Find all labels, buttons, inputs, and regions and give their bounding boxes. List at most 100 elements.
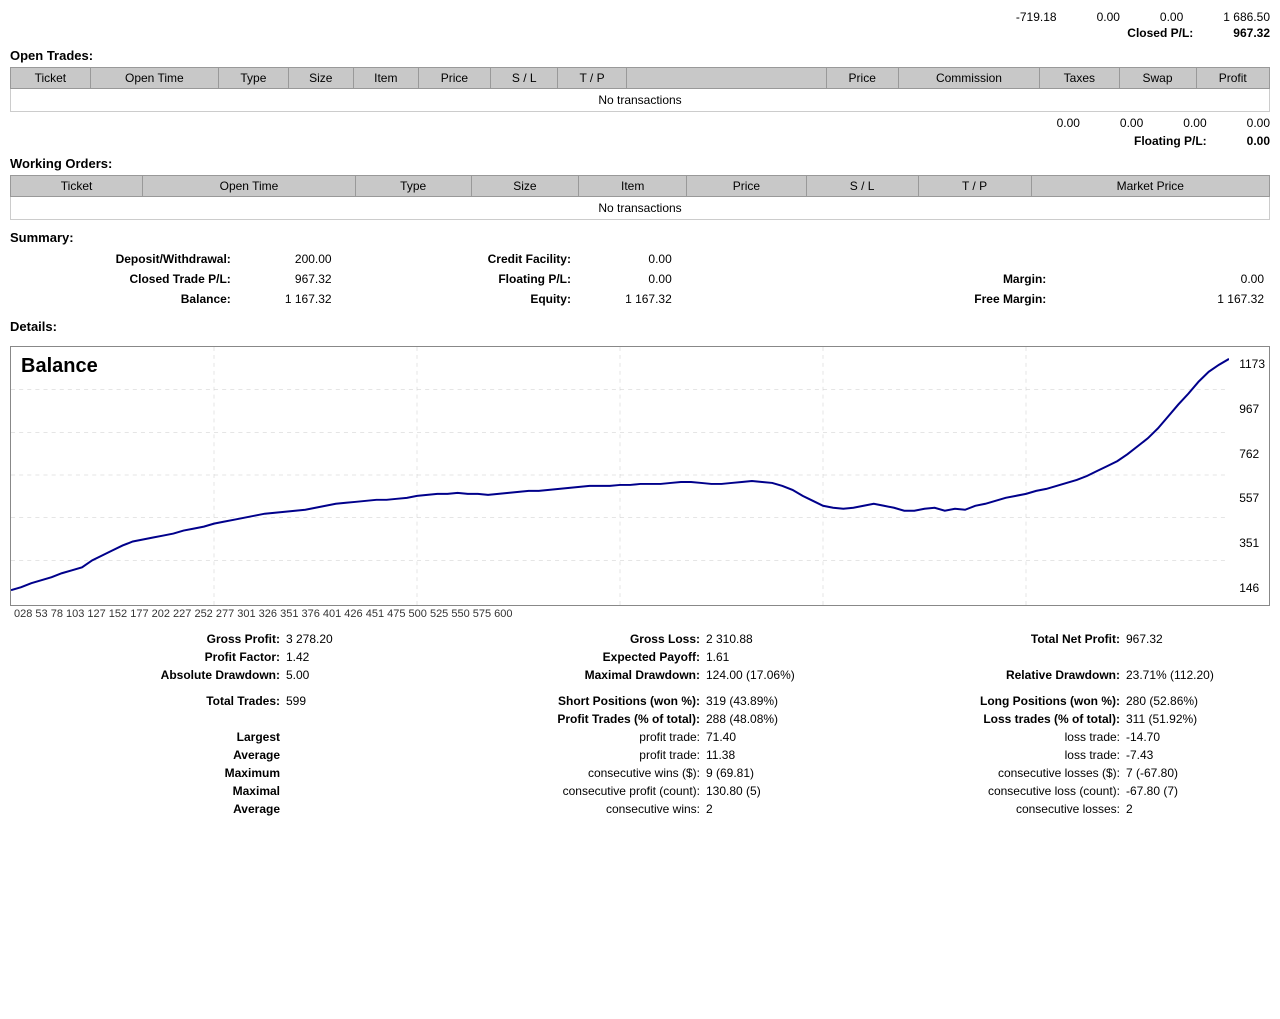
y-label-2: 967 [1239, 402, 1265, 416]
profit-factor-label: Profit Factor: [10, 650, 280, 664]
wo-sl: S / L [806, 176, 918, 197]
stats-row-6: Largest profit trade: 71.40 loss trade: … [10, 730, 1270, 744]
y-label-5: 351 [1239, 536, 1265, 550]
sum-bal-label: Balance: [10, 289, 237, 309]
max-consec-loss-val: -67.80 (7) [1120, 784, 1270, 798]
largest-label: Largest [10, 730, 280, 744]
col-sl: S / L [491, 68, 558, 89]
working-orders-no-tx: No transactions [11, 197, 1270, 220]
summary-title: Summary: [10, 230, 1270, 245]
long-pos-label: Long Positions (won %): [850, 694, 1120, 708]
col-price2: Price [826, 68, 898, 89]
expected-payoff-val: 1.61 [700, 650, 850, 664]
max-dd-label: Maximal Drawdown: [430, 668, 700, 682]
avg-consec-wins-label: consecutive wins: [430, 802, 700, 816]
sub-v4: 0.00 [1247, 116, 1270, 130]
summary-table: Deposit/Withdrawal: 200.00 Credit Facili… [10, 249, 1270, 309]
wo-open-time: Open Time [143, 176, 356, 197]
profit-trades-val: 288 (48.08%) [700, 712, 850, 726]
short-pos-label: Short Positions (won %): [430, 694, 700, 708]
col-ticket: Ticket [11, 68, 91, 89]
sum-eq-label: Equity: [401, 289, 577, 309]
avg-consec-wins-val: 2 [700, 802, 850, 816]
details-section: Details: Balance 1173 [10, 319, 1270, 816]
sum-margin-label: Margin: [741, 269, 1053, 289]
gross-profit-label: Gross Profit: [10, 632, 280, 646]
sum-margin-val: 0.00 [1052, 269, 1270, 289]
open-trades-table: Ticket Open Time Type Size Item Price S … [10, 67, 1270, 112]
total-trades-val: 599 [280, 694, 430, 708]
rel-dd-val: 23.71% (112.20) [1120, 668, 1270, 682]
stats-row-7: Average profit trade: 11.38 loss trade: … [10, 748, 1270, 762]
sum-ctpl-val: 967.32 [237, 269, 338, 289]
wo-type: Type [355, 176, 471, 197]
long-pos-val: 280 (52.86%) [1120, 694, 1270, 708]
avg-profit-label: profit trade: [430, 748, 700, 762]
sum-dep-val: 200.00 [237, 249, 338, 269]
y-label-1: 1173 [1239, 357, 1265, 371]
chart-y-axis: 1173 967 762 557 351 146 [1239, 347, 1265, 605]
stats-row-5: Profit Trades (% of total): 288 (48.08%)… [10, 712, 1270, 726]
col-tp: T / P [558, 68, 626, 89]
open-trades-no-tx: No transactions [11, 89, 1270, 112]
col-swap: Swap [1119, 68, 1196, 89]
col-open-time: Open Time [90, 68, 218, 89]
avg-consec-losses-val: 2 [1120, 802, 1270, 816]
sum-bal-val: 1 167.32 [237, 289, 338, 309]
sum-eq-val: 1 167.32 [577, 289, 678, 309]
wo-ticket: Ticket [11, 176, 143, 197]
stats-row-1: Profit Factor: 1.42 Expected Payoff: 1.6… [10, 650, 1270, 664]
abs-dd-label: Absolute Drawdown: [10, 668, 280, 682]
sub-v3: 0.00 [1183, 116, 1206, 130]
abs-dd-val: 5.00 [280, 668, 430, 682]
average-label: Average [10, 748, 280, 762]
total-net-profit-label: Total Net Profit: [850, 632, 1120, 646]
closed-pl-label: Closed P/L: [1127, 26, 1193, 40]
max-dd-val: 124.00 (17.06%) [700, 668, 850, 682]
stats-row-9: Maximal consecutive profit (count): 130.… [10, 784, 1270, 798]
max-consec-losses-val: 7 (-67.80) [1120, 766, 1270, 780]
gross-loss-val: 2 310.88 [700, 632, 850, 646]
max-consec-losses-label: consecutive losses ($): [850, 766, 1120, 780]
stats-row-4: Total Trades: 599 Short Positions (won %… [10, 694, 1270, 708]
sum-fpl-val: 0.00 [577, 269, 678, 289]
maximum-label: Maximum [10, 766, 280, 780]
max-consec-profit-val: 130.80 (5) [700, 784, 850, 798]
stats-row-0: Gross Profit: 3 278.20 Gross Loss: 2 310… [10, 632, 1270, 646]
summary-section: Summary: Deposit/Withdrawal: 200.00 Cred… [10, 230, 1270, 309]
top-summary: -719.18 0.00 0.00 1 686.50 Closed P/L: 9… [10, 10, 1270, 40]
closed-pl-value: 967.32 [1233, 26, 1270, 40]
sum-fm-label: Free Margin: [741, 289, 1053, 309]
col-empty [626, 68, 826, 89]
y-label-6: 146 [1239, 581, 1265, 595]
avg-loss-label: loss trade: [850, 748, 1120, 762]
wo-price: Price [687, 176, 807, 197]
largest-loss-val: -14.70 [1120, 730, 1270, 744]
total-trades-label: Total Trades: [10, 694, 280, 708]
max-consec-profit-label: consecutive profit (count): [430, 784, 700, 798]
working-orders-title: Working Orders: [10, 156, 1270, 171]
max-consec-wins-val: 9 (69.81) [700, 766, 850, 780]
y-label-4: 557 [1239, 491, 1265, 505]
floating-pl-value: 0.00 [1247, 134, 1270, 148]
chart-svg [11, 347, 1229, 605]
y-label-3: 762 [1239, 447, 1265, 461]
max-consec-wins-label: consecutive wins ($): [430, 766, 700, 780]
sub-v1: 0.00 [1057, 116, 1080, 130]
gross-profit-val: 3 278.20 [280, 632, 430, 646]
sub-v2: 0.00 [1120, 116, 1143, 130]
open-trades-title: Open Trades: [10, 48, 1270, 63]
profit-trades-label: Profit Trades (% of total): [430, 712, 700, 726]
average2-label: Average [10, 802, 280, 816]
maximal-label: Maximal [10, 784, 280, 798]
open-trades-subtotal: 0.00 0.00 0.00 0.00 [10, 116, 1270, 130]
col-size: Size [288, 68, 353, 89]
avg-loss-val: -7.43 [1120, 748, 1270, 762]
profit-factor-val: 1.42 [280, 650, 430, 664]
col-commission: Commission [898, 68, 1039, 89]
expected-payoff-label: Expected Payoff: [430, 650, 700, 664]
sum-fpl-label: Floating P/L: [401, 269, 577, 289]
gross-loss-label: Gross Loss: [430, 632, 700, 646]
loss-trades-val: 311 (51.92%) [1120, 712, 1270, 726]
largest-loss-label: loss trade: [850, 730, 1120, 744]
